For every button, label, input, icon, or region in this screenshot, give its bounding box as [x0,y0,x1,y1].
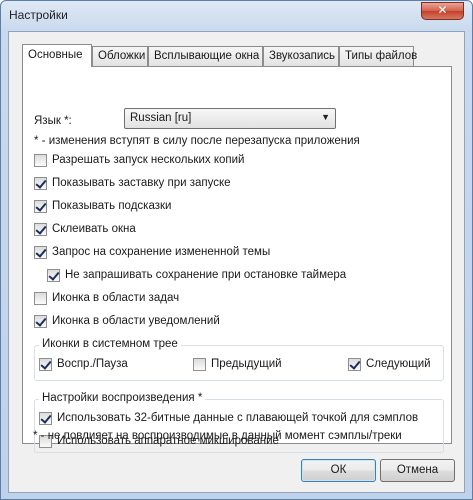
tab-general[interactable]: Основные [22,44,92,67]
tab-file-types[interactable]: Типы файлов [339,46,417,66]
tray-play-pause-checkbox[interactable] [39,358,52,371]
ok-button[interactable]: ОК [301,459,376,482]
tray-next-checkbox[interactable] [348,358,361,371]
tab-skins[interactable]: Обложки [92,46,148,66]
save-theme-prompt-checkbox[interactable] [34,246,47,259]
language-label: Язык *: [34,115,72,127]
close-button[interactable]: ✕ [421,2,464,20]
notification-icon-label: Иконка в области уведомлений [52,315,220,327]
settings-window: Настройки ✕ Основные Обложки Всплывающие… [0,0,473,500]
float-samples-label: Использовать 32-битные данные с плавающе… [57,412,419,424]
taskbar-icon-checkbox[interactable] [34,292,47,305]
tab-popups[interactable]: Всплывающие окна [148,46,263,66]
tray-play-pause-label: Воспр./Пауза [57,358,128,370]
timer-stop-checkbox[interactable] [47,269,60,282]
tab-recording[interactable]: Звукозапись [263,46,339,66]
window-title: Настройки [9,8,68,22]
close-icon: ✕ [437,3,448,17]
cancel-button[interactable]: Отмена [380,459,455,482]
tooltips-checkbox[interactable] [34,200,47,213]
tray-previous-label: Предыдущий [211,358,282,370]
multiple-instances-checkbox[interactable] [34,154,47,167]
taskbar-icon-label: Иконка в области задач [52,292,180,304]
multiple-instances-label: Разрешать запуск нескольких копий [52,154,245,166]
playback-settings-group-title: Настройки воспроизведения * [39,392,206,404]
playback-note: * - не повлияет на воспроизводимые в дан… [33,430,402,442]
float-samples-checkbox[interactable] [39,412,52,425]
splash-screen-label: Показывать заставку при запуске [52,177,231,189]
general-tab-panel: Язык *: Russian [ru] ▼ * - изменения вст… [22,66,452,453]
restart-note: * - изменения вступят в силу после перез… [34,135,360,147]
tray-next-label: Следующий [366,358,431,370]
dropdown-arrow-icon: ▼ [321,112,330,122]
language-select[interactable]: Russian [ru] ▼ [124,108,336,129]
tray-previous-checkbox[interactable] [193,358,206,371]
playback-settings-group: Настройки воспроизведения * Использовать… [34,392,444,453]
save-theme-prompt-label: Запрос на сохранение измененной темы [52,246,271,258]
tray-icons-group: Иконки в системном трее Воспр./Пауза Пре… [34,338,444,381]
language-select-value: Russian [ru] [130,112,192,124]
dock-windows-checkbox[interactable] [34,223,47,236]
dock-windows-label: Склеивать окна [52,223,136,235]
tray-icons-group-title: Иконки в системном трее [39,338,181,350]
timer-stop-label: Не запрашивать сохранение при остановке … [65,269,347,281]
notification-icon-checkbox[interactable] [34,315,47,328]
tooltips-label: Показывать подсказки [52,200,172,212]
title-bar[interactable]: Настройки ✕ [1,1,472,31]
dialog-client-area: Основные Обложки Всплывающие окна Звукоз… [8,31,465,493]
splash-screen-checkbox[interactable] [34,177,47,190]
